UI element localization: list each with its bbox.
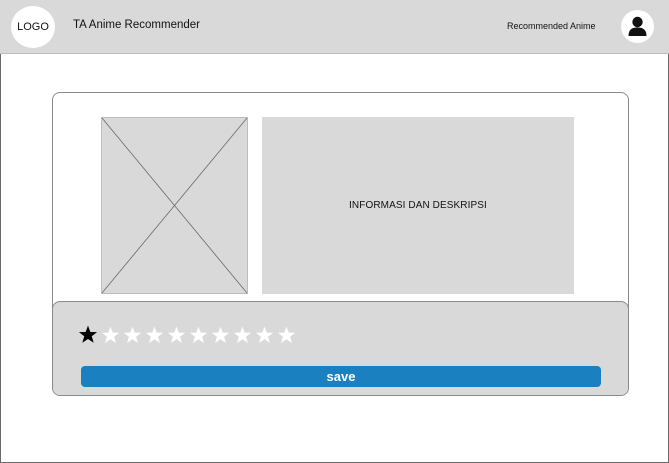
app-title: TA Anime Recommender: [73, 19, 200, 31]
avatar[interactable]: [621, 10, 654, 43]
star-empty-icon[interactable]: [99, 324, 121, 346]
anime-detail-card: INFORMASI DAN DESKRIPSI save: [52, 92, 629, 396]
anime-info-description: INFORMASI DAN DESKRIPSI: [262, 117, 574, 294]
star-filled-icon[interactable]: [77, 324, 99, 346]
poster-image-placeholder: [101, 117, 248, 294]
logo[interactable]: LOGO: [11, 6, 55, 48]
star-empty-icon[interactable]: [253, 324, 275, 346]
star-empty-icon[interactable]: [275, 324, 297, 346]
user-icon: [628, 16, 647, 36]
save-button[interactable]: save: [81, 366, 601, 387]
star-empty-icon[interactable]: [187, 324, 209, 346]
star-empty-icon[interactable]: [231, 324, 253, 346]
star-empty-icon[interactable]: [165, 324, 187, 346]
star-empty-icon[interactable]: [143, 324, 165, 346]
star-rating[interactable]: [77, 324, 297, 346]
star-empty-icon[interactable]: [209, 324, 231, 346]
top-header: LOGO TA Anime Recommender Recommended An…: [0, 0, 669, 54]
rating-panel: save: [53, 301, 628, 395]
star-empty-icon[interactable]: [121, 324, 143, 346]
nav-recommended-anime-link[interactable]: Recommended Anime: [507, 21, 596, 31]
image-placeholder-icon: [102, 118, 247, 293]
